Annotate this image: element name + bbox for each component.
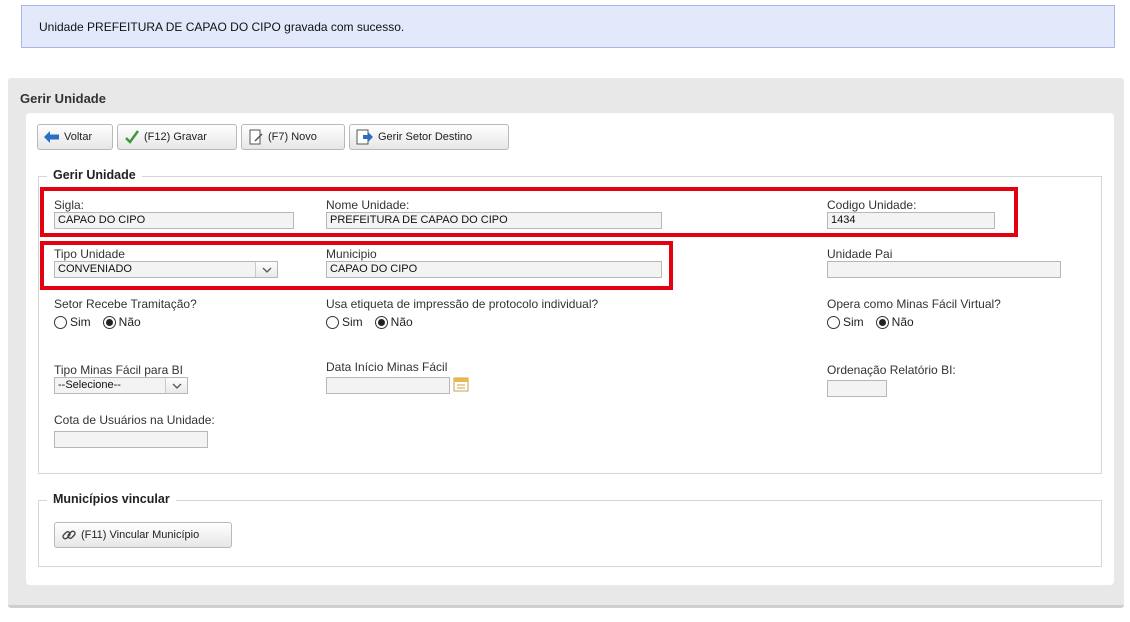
municipios-legend: Municípios vincular [47, 492, 176, 506]
arrow-left-icon [44, 131, 59, 143]
codigo-unidade-input[interactable]: 1434 [827, 212, 995, 229]
gravar-label: (F12) Gravar [144, 131, 207, 143]
etiqueta-nao-label: Não [390, 315, 413, 329]
municipios-fieldset: Municípios vincular (F11) Vincular Munic… [38, 492, 1102, 567]
vincular-municipio-button[interactable]: (F11) Vincular Município [54, 522, 232, 548]
chevron-down-icon [255, 262, 277, 277]
etiqueta-sim-radio[interactable] [326, 315, 339, 329]
codigo-unidade-label: Codigo Unidade: [827, 198, 917, 212]
setor-recebe-nao-label: Não [118, 315, 141, 329]
nome-unidade-label: Nome Unidade: [326, 198, 410, 212]
voltar-button[interactable]: Voltar [37, 124, 113, 150]
etiqueta-radio-group: Sim Não [326, 315, 425, 329]
etiqueta-label: Usa etiqueta de impressão de protocolo i… [326, 297, 599, 311]
calendar-icon[interactable] [453, 376, 469, 392]
gerir-setor-label: Gerir Setor Destino [378, 131, 473, 143]
etiqueta-nao-radio[interactable] [374, 315, 388, 329]
tipo-unidade-select[interactable]: CONVENIADO [54, 261, 278, 278]
municipio-input[interactable]: CAPAO DO CIPO [326, 261, 662, 278]
vincular-municipio-label: (F11) Vincular Município [81, 529, 200, 541]
data-inicio-input[interactable] [326, 377, 450, 394]
gravar-button[interactable]: (F12) Gravar [117, 124, 237, 150]
gerir-unidade-legend: Gerir Unidade [47, 168, 142, 182]
link-icon [62, 530, 76, 540]
sigla-input[interactable]: CAPAO DO CIPO [54, 212, 294, 229]
tipo-minas-select[interactable]: --Selecione-- [54, 377, 188, 394]
unidade-pai-label: Unidade Pai [827, 247, 893, 261]
setor-recebe-sim-radio[interactable] [54, 315, 67, 329]
panel-title: Gerir Unidade [20, 91, 106, 106]
novo-button[interactable]: (F7) Novo [241, 124, 345, 150]
minas-virtual-label: Opera como Minas Fácil Virtual? [827, 297, 1001, 311]
minas-virtual-sim-label: Sim [843, 315, 864, 329]
tipo-unidade-label: Tipo Unidade [54, 247, 125, 261]
check-icon [125, 130, 140, 144]
success-message: Unidade PREFEITURA DE CAPAO DO CIPO grav… [21, 5, 1115, 48]
data-inicio-label: Data Início Minas Fácil [326, 360, 448, 374]
cota-label: Cota de Usuários na Unidade: [54, 413, 215, 427]
unidade-pai-input[interactable] [827, 261, 1061, 278]
setor-recebe-label: Setor Recebe Tramitação? [54, 297, 197, 311]
etiqueta-sim-label: Sim [342, 315, 363, 329]
voltar-label: Voltar [64, 131, 93, 143]
gerir-unidade-fieldset: Gerir Unidade Sigla: CAPAO DO CIPO Nome … [38, 168, 1102, 474]
ordenacao-input[interactable] [827, 380, 887, 397]
tipo-unidade-value: CONVENIADO [58, 263, 132, 275]
setor-recebe-nao-radio[interactable] [102, 315, 116, 329]
chevron-down-icon [165, 378, 187, 393]
gerir-unidade-panel: Gerir Unidade Voltar (F12) Gravar (F7) N… [8, 78, 1124, 608]
novo-label: (F7) Novo [268, 131, 317, 143]
forward-document-icon [356, 129, 373, 145]
tipo-minas-label: Tipo Minas Fácil para BI [54, 363, 183, 377]
tipo-minas-value: --Selecione-- [58, 379, 121, 391]
nome-unidade-input[interactable]: PREFEITURA DE CAPAO DO CIPO [326, 212, 662, 229]
cota-input[interactable] [54, 431, 208, 448]
ordenacao-label: Ordenação Relatório BI: [827, 363, 956, 377]
gerir-setor-destino-button[interactable]: Gerir Setor Destino [349, 124, 509, 150]
minas-virtual-nao-label: Não [891, 315, 914, 329]
setor-recebe-radio-group: Sim Não [54, 315, 153, 329]
new-document-icon [249, 129, 263, 145]
municipio-label: Municipio [326, 247, 377, 261]
minas-virtual-sim-radio[interactable] [827, 315, 840, 329]
minas-virtual-nao-radio[interactable] [875, 315, 889, 329]
minas-virtual-radio-group: Sim Não [827, 315, 926, 329]
panel-body: Voltar (F12) Gravar (F7) Novo Gerir Seto… [26, 113, 1114, 585]
setor-recebe-sim-label: Sim [70, 315, 91, 329]
sigla-label: Sigla: [54, 198, 85, 212]
